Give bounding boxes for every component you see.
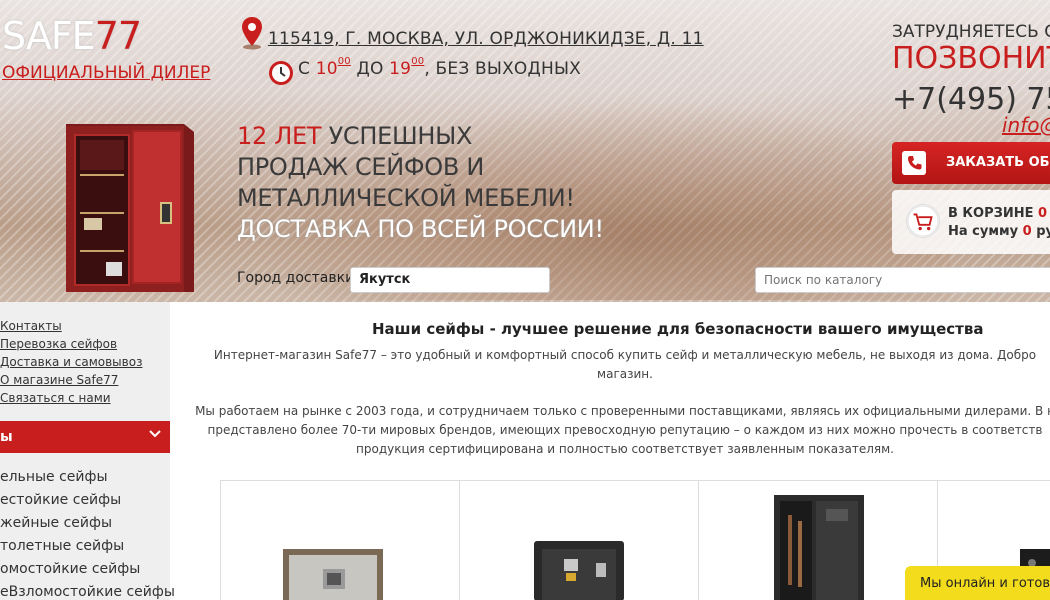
headline-line3: МЕТАЛЛИЧЕСКОЙ МЕБЕЛИ! <box>237 184 575 212</box>
delivery-city-input[interactable]: Якутск <box>350 267 550 293</box>
cart-sum-suffix: руб <box>1036 224 1050 239</box>
online-chat-widget[interactable]: Мы онлайн и готовы <box>905 566 1050 600</box>
sidebar-link-contacts[interactable]: Контакты <box>0 317 142 335</box>
header: SAFE77 ОФИЦИАЛЬНЫЙ ДИЛЕР 115419, Г. МОСК… <box>0 0 1050 302</box>
about-line: продукция сертифицирована и полностью со… <box>356 442 894 456</box>
cart-count: 0 <box>1038 206 1048 221</box>
about-paragraph: Мы работаем на рынке с 2003 года, и сотр… <box>185 402 1050 459</box>
category-menu-title: ы <box>0 429 13 445</box>
chevron-down-icon <box>149 430 161 438</box>
category-item[interactable]: омостойкие сейфы <box>0 558 175 581</box>
cart-sum: На сумму 0 руб <box>948 224 1050 239</box>
product-image <box>534 541 624 600</box>
clock-icon <box>269 61 293 85</box>
about-line: представлено более 70-ти мировых брендов… <box>207 423 1043 437</box>
chat-label: Мы онлайн и готовы <box>920 576 1050 591</box>
cart-icon <box>906 204 940 238</box>
hours-to-minutes: 00 <box>411 56 425 68</box>
category-menu-header[interactable]: ы <box>0 421 170 453</box>
map-pin-icon <box>242 17 262 50</box>
logo-number: 77 <box>94 14 142 58</box>
help-text: ЗАТРУДНЯЕТЕСЬ С <box>892 22 1050 42</box>
headline-years: 12 ЛЕТ <box>237 122 322 150</box>
category-item[interactable]: жейные сейфы <box>0 512 175 535</box>
logo-text: SAFE <box>2 14 96 58</box>
sidebar-link-transport[interactable]: Перевозка сейфов <box>0 335 142 353</box>
product-image <box>283 549 383 600</box>
site-logo[interactable]: SAFE77 <box>2 14 142 58</box>
working-hours: С 1000 ДО 1900, БЕЗ ВЫХОДНЫХ <box>298 56 582 79</box>
sidebar-link-about[interactable]: О магазине Safe77 <box>0 371 142 389</box>
category-item[interactable]: естойкие сейфы <box>0 489 175 512</box>
delivery-city-label: Город доставки <box>237 270 355 286</box>
product-card[interactable] <box>459 481 698 600</box>
phone-number[interactable]: +7(495) 755 <box>892 82 1050 117</box>
hours-to-label: ДО <box>350 59 390 79</box>
about-line: Мы работаем на рынке с 2003 года, и сотр… <box>195 404 1050 418</box>
cart-widget[interactable]: В КОРЗИНЕ 0 ТО На сумму 0 руб <box>892 190 1050 254</box>
address-link[interactable]: 115419, Г. МОСКВА, УЛ. ОРДЖОНИКИДЗЕ, Д. … <box>268 29 704 49</box>
page: SAFE77 ОФИЦИАЛЬНЫЙ ДИЛЕР 115419, Г. МОСК… <box>0 0 1050 600</box>
hours-from-label: С <box>298 59 316 79</box>
cart-items-prefix: В КОРЗИНЕ <box>948 206 1039 221</box>
headline-line1: УСПЕШНЫХ <box>321 122 473 150</box>
catalog-search-input[interactable] <box>755 267 1050 293</box>
intro-line: Интернет-магазин Safe77 – это удобный и … <box>213 348 1037 362</box>
cart-items: В КОРЗИНЕ 0 ТО <box>948 206 1050 221</box>
phone-icon <box>902 151 926 175</box>
callback-button[interactable]: ЗАКАЗАТЬ ОБРАТ <box>892 142 1050 184</box>
headline-line4: ДОСТАВКА ПО ВСЕЙ РОССИИ! <box>237 215 604 243</box>
category-item[interactable]: еВзломостойкие сейфы <box>0 581 175 600</box>
category-item[interactable]: ельные сейфы <box>0 466 175 489</box>
sidebar-link-delivery[interactable]: Доставка и самовывоз <box>0 353 142 371</box>
headline-line2: ПРОДАЖ СЕЙФОВ И <box>237 153 485 181</box>
intro-line: магазин. <box>597 367 653 381</box>
sidebar-info-links: Контакты Перевозка сейфов Доставка и сам… <box>0 317 142 407</box>
product-card[interactable] <box>220 481 459 600</box>
category-item[interactable]: толетные сейфы <box>0 535 175 558</box>
headline: 12 ЛЕТ УСПЕШНЫХ ПРОДАЖ СЕЙФОВ И МЕТАЛЛИЧ… <box>237 121 604 245</box>
hours-suffix: , БЕЗ ВЫХОДНЫХ <box>424 59 582 79</box>
sidebar-link-contact-us[interactable]: Связаться с нами <box>0 389 142 407</box>
hours-from-minutes: 00 <box>337 56 351 68</box>
cart-sum-value: 0 <box>1022 224 1032 239</box>
call-text: ПОЗВОНИТ <box>892 41 1050 76</box>
page-title: Наши сейфы - лучшее решение для безопасн… <box>372 320 984 338</box>
cart-sum-prefix: На сумму <box>948 224 1023 239</box>
intro-paragraph: Интернет-магазин Safe77 – это удобный и … <box>185 346 1050 384</box>
official-dealer-link[interactable]: ОФИЦИАЛЬНЫЙ ДИЛЕР <box>2 63 210 83</box>
product-image <box>774 495 864 600</box>
category-list: ельные сейфы естойкие сейфы жейные сейфы… <box>0 466 175 600</box>
email-link[interactable]: info@ <box>1002 113 1050 137</box>
hours-from: 10 <box>315 59 338 79</box>
hours-to: 19 <box>389 59 412 79</box>
product-card[interactable] <box>698 481 937 600</box>
callback-label: ЗАКАЗАТЬ ОБРАТ <box>946 155 1050 170</box>
safe-image <box>66 124 194 292</box>
